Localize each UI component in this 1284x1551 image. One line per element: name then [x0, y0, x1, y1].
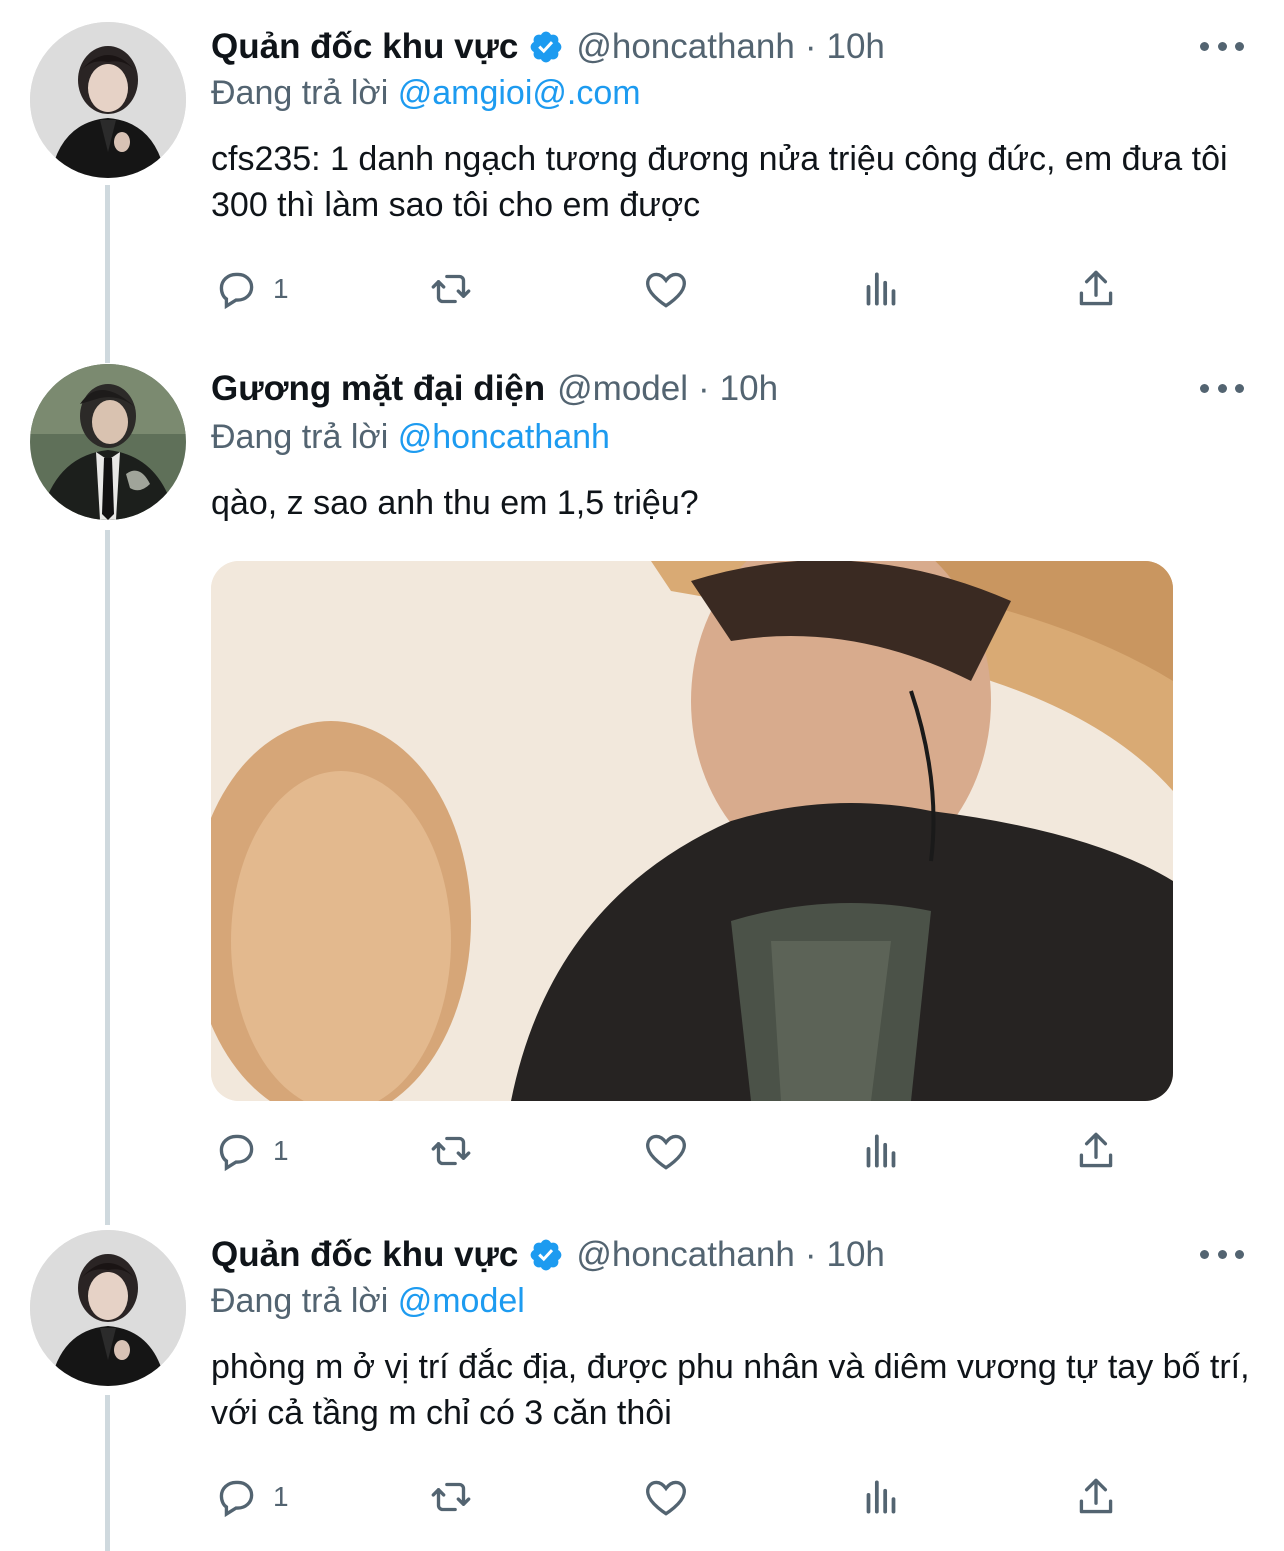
like-button[interactable] [641, 264, 691, 314]
separator-dot: · [804, 1235, 817, 1274]
tweet-text: cfs235: 1 danh ngạch tương đương nửa tri… [211, 140, 1228, 224]
reply-mention-link[interactable]: @honcathanh [398, 418, 610, 456]
tweet[interactable]: Gương mặt đại diện @model · 10h Đang trả… [0, 364, 1284, 1184]
display-name[interactable]: Quản đốc khu vực [211, 27, 518, 67]
tweet-media-image[interactable] [211, 561, 1173, 1101]
tweet-header: Quản đốc khu vực @honcathanh · 10h [211, 22, 885, 72]
tweet[interactable]: Quản đốc khu vực @honcathanh · 10h Đang … [0, 22, 1284, 342]
retweet-icon [431, 1482, 471, 1512]
avatar-image [30, 364, 186, 520]
speech-bubble-icon [219, 272, 254, 310]
timestamp[interactable]: 10h [826, 1235, 884, 1275]
share-button[interactable] [1071, 1472, 1121, 1522]
timestamp[interactable]: 10h [826, 27, 884, 67]
avatar[interactable] [30, 364, 186, 520]
handle[interactable]: @model [557, 369, 688, 409]
reply-mention-link[interactable]: @amgioi@.com [398, 74, 641, 112]
replying-to: Đang trả lời @model [211, 1282, 525, 1321]
bar-chart-icon [866, 1480, 896, 1514]
tweet-text: qào, z sao anh thu em 1,5 triệu? [211, 484, 699, 522]
share-button[interactable] [1071, 1126, 1121, 1176]
share-upload-icon [1079, 270, 1113, 306]
bar-chart-icon [866, 272, 896, 306]
reply-mention-link[interactable]: @model [398, 1282, 525, 1320]
retweet-button[interactable] [426, 1126, 476, 1176]
retweet-icon [431, 1136, 471, 1166]
reply-count: 1 [273, 1481, 289, 1512]
reply-button[interactable]: 1 [211, 1472, 289, 1522]
more-dots-icon[interactable] [1200, 376, 1244, 400]
separator-dot: · [804, 27, 817, 66]
display-name[interactable]: Gương mặt đại diện [211, 369, 545, 409]
action-bar: 1 [211, 1126, 1131, 1176]
like-button[interactable] [641, 1472, 691, 1522]
avatar-image [30, 22, 186, 178]
retweet-button[interactable] [426, 264, 476, 314]
photo-illustration [211, 561, 1173, 1101]
share-upload-icon [1079, 1478, 1113, 1514]
retweet-button[interactable] [426, 1472, 476, 1522]
avatar[interactable] [30, 22, 186, 178]
retweet-icon [431, 274, 471, 304]
reply-prefix: Đang trả lời [211, 74, 389, 112]
avatar[interactable] [30, 1230, 186, 1386]
share-upload-icon [1079, 1132, 1113, 1168]
share-button[interactable] [1071, 264, 1121, 314]
replying-to: Đang trả lời @amgioi@.com [211, 74, 641, 113]
like-button[interactable] [641, 1126, 691, 1176]
replying-to: Đang trả lời @honcathanh [211, 418, 610, 457]
display-name[interactable]: Quản đốc khu vực [211, 1235, 518, 1275]
speech-bubble-icon [219, 1480, 254, 1518]
verified-badge-icon [528, 29, 564, 65]
reply-count: 1 [273, 1135, 289, 1166]
heart-icon [646, 272, 686, 308]
timestamp[interactable]: 10h [720, 369, 778, 409]
action-bar: 1 [211, 1472, 1131, 1522]
reply-button[interactable]: 1 [211, 264, 289, 314]
handle[interactable]: @honcathanh [576, 27, 794, 67]
tweet-header: Quản đốc khu vực @honcathanh · 10h [211, 1230, 885, 1280]
reply-prefix: Đang trả lời [211, 1282, 389, 1320]
views-button[interactable] [856, 1472, 906, 1522]
verified-badge-icon [528, 1237, 564, 1273]
action-bar: 1 [211, 264, 1131, 314]
views-button[interactable] [856, 264, 906, 314]
speech-bubble-icon [219, 1134, 254, 1172]
heart-icon [646, 1134, 686, 1170]
more-dots-icon[interactable] [1200, 34, 1244, 58]
reply-button[interactable]: 1 [211, 1126, 289, 1176]
bar-chart-icon [866, 1134, 896, 1168]
tweet-text: phòng m ở vị trí đắc địa, được phu nhân … [211, 1348, 1250, 1432]
avatar-image [30, 1230, 186, 1386]
tweet-header: Gương mặt đại diện @model · 10h [211, 364, 778, 414]
reply-prefix: Đang trả lời [211, 418, 389, 456]
separator-dot: · [698, 369, 710, 408]
handle[interactable]: @honcathanh [576, 1235, 794, 1275]
more-dots-icon[interactable] [1200, 1242, 1244, 1266]
reply-count: 1 [273, 273, 289, 304]
heart-icon [646, 1480, 686, 1516]
views-button[interactable] [856, 1126, 906, 1176]
tweet[interactable]: Quản đốc khu vực @honcathanh · 10h Đang … [0, 1230, 1284, 1551]
